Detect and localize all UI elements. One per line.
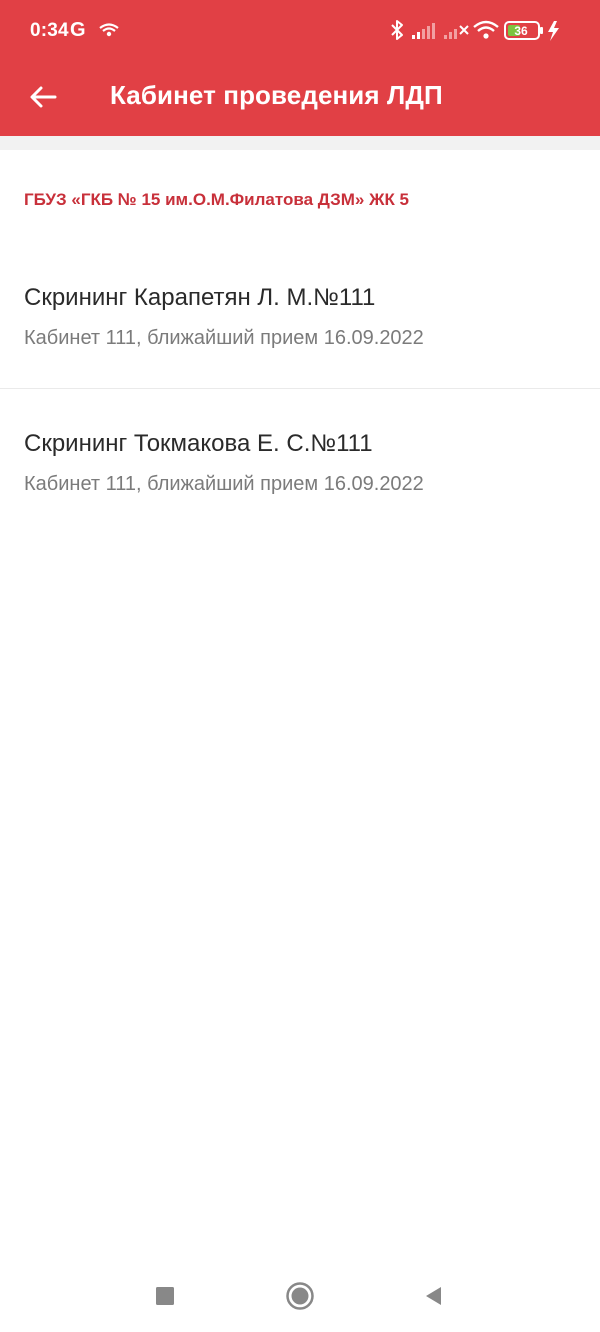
section-header: ГБУЗ «ГКБ № 15 им.О.М.Филатова ДЗМ» ЖК 5 — [24, 190, 410, 209]
signal-icon — [412, 23, 435, 39]
svg-text:36: 36 — [514, 24, 528, 38]
page-title: Кабинет проведения ЛДП — [110, 80, 443, 110]
home-button[interactable] — [278, 1274, 322, 1318]
arrow-left-icon — [30, 86, 57, 108]
item-title: Скрининг Карапетян Л. М.№111 — [24, 284, 376, 311]
item-title: Скрининг Токмакова Е. С.№111 — [24, 430, 373, 457]
screen: 0:34 G 36 Кабинет проведения ЛДП ГБУЗ «Г… — [0, 0, 600, 1332]
list-item[interactable]: Скрининг Токмакова Е. С.№111 Кабинет 111… — [0, 389, 600, 517]
circle-icon — [286, 1282, 314, 1310]
recents-button[interactable] — [143, 1274, 187, 1318]
system-nav-bar — [0, 1262, 600, 1332]
status-time: 0:34 — [30, 20, 69, 41]
signal-no-service-icon — [444, 25, 469, 39]
square-icon — [156, 1287, 174, 1305]
triangle-left-icon — [426, 1287, 441, 1305]
item-subtitle: Кабинет 111, ближайший прием 16.09.2022 — [24, 473, 424, 495]
battery-icon: 36 — [504, 21, 543, 40]
item-subtitle: Кабинет 111, ближайший прием 16.09.2022 — [24, 327, 424, 349]
back-button[interactable] — [18, 72, 68, 122]
list-item[interactable]: Скрининг Карапетян Л. М.№111 Кабинет 111… — [0, 260, 600, 388]
status-bar: 0:34 G 36 — [0, 0, 600, 58]
app-bar: Кабинет проведения ЛДП — [0, 58, 600, 136]
google-icon: G — [70, 19, 86, 41]
wifi-icon — [473, 20, 499, 39]
nav-back-button[interactable] — [411, 1274, 455, 1318]
status-icons: 36 — [388, 18, 572, 44]
header-divider — [0, 136, 600, 150]
hotspot-icon — [98, 22, 120, 43]
charging-icon — [548, 21, 559, 41]
bluetooth-icon — [391, 20, 403, 40]
